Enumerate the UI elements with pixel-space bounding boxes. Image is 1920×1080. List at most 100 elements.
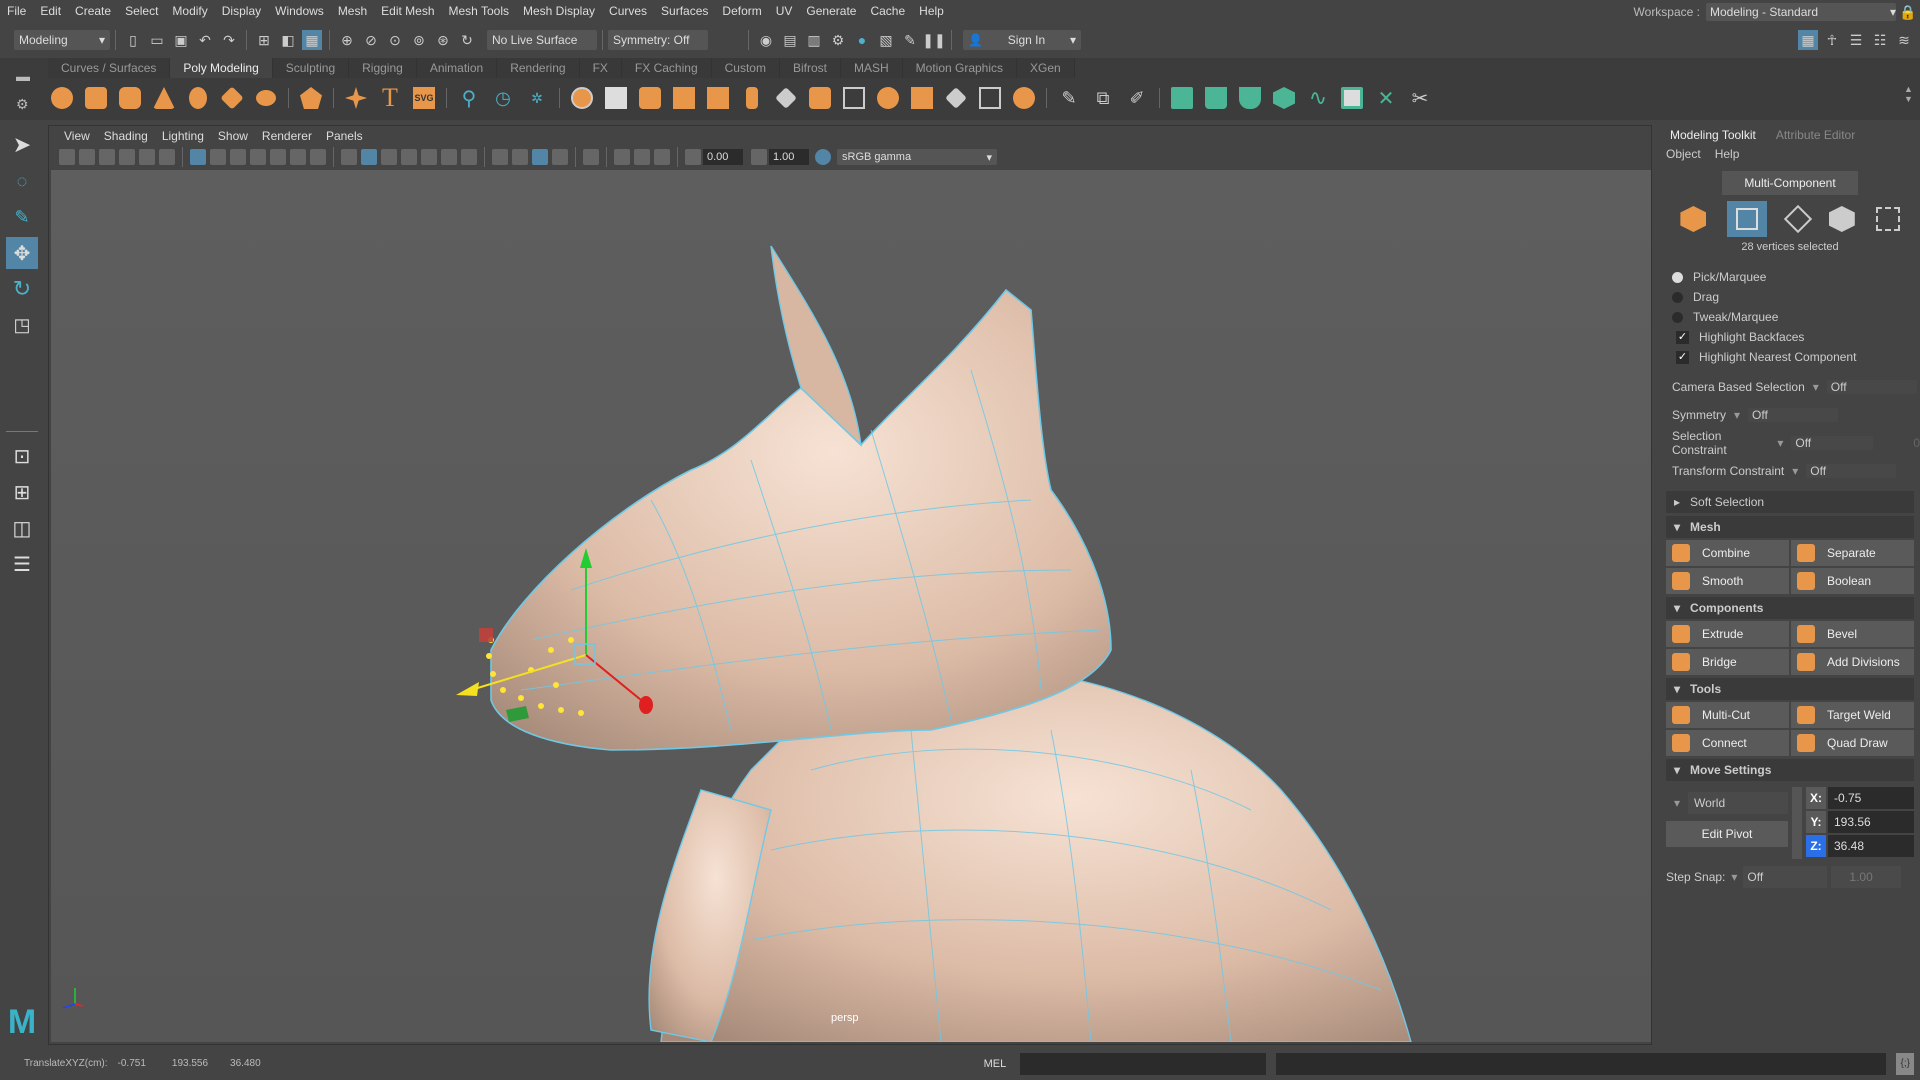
bridge-icon[interactable] <box>772 84 800 112</box>
outliner-layout[interactable]: ☰ <box>6 548 38 580</box>
extract-icon[interactable] <box>636 84 664 112</box>
gamma-icon[interactable] <box>751 149 767 165</box>
checkbox[interactable]: ✓ <box>1676 330 1689 344</box>
quad-draw-button[interactable]: Quad Draw <box>1791 730 1914 756</box>
single-perspective-layout[interactable]: ⊡ <box>6 440 38 472</box>
color-space-dropdown[interactable]: sRGB gamma ▾ <box>837 149 997 165</box>
shelf-tab-animation[interactable]: Animation <box>416 58 498 78</box>
hypershade-icon[interactable]: ● <box>852 30 872 50</box>
rotate-tool[interactable]: ↻ <box>6 273 38 305</box>
constraint-option[interactable]: Symmetry ▾ Off <box>1660 401 1920 429</box>
z-axis-button[interactable]: Z: <box>1806 835 1826 857</box>
menu-windows[interactable]: Windows <box>268 4 331 18</box>
mesh-section-header[interactable]: ▾ Mesh <box>1666 516 1914 538</box>
lock-icon[interactable]: 🔒 <box>1898 2 1918 22</box>
image-plane-icon[interactable] <box>119 149 135 165</box>
command-input[interactable] <box>1020 1052 1267 1075</box>
quad-draw-tool-icon[interactable]: ✐ <box>1123 84 1151 112</box>
shelf-tab-fx-caching[interactable]: FX Caching <box>621 58 712 78</box>
uv-cylindrical-icon[interactable] <box>1202 84 1230 112</box>
option-value-dropdown[interactable]: Off <box>1748 408 1839 422</box>
poly-cone-icon[interactable] <box>150 84 178 112</box>
gamma-field[interactable]: 1.00 <box>769 149 809 165</box>
menu-select[interactable]: Select <box>118 4 165 18</box>
shelf-tab-rigging[interactable]: Rigging <box>349 58 417 78</box>
vertex-mode-icon[interactable] <box>1727 201 1768 237</box>
smooth-shade-icon[interactable] <box>361 149 377 165</box>
coordinate-icon[interactable]: ✲ <box>523 84 551 112</box>
light-editor-icon[interactable]: ✎ <box>900 30 920 50</box>
uv-contour-icon[interactable]: ∿ <box>1304 84 1332 112</box>
menuset-dropdown[interactable]: Modeling ▾ <box>14 30 110 50</box>
shelf-tab-custom[interactable]: Custom <box>711 58 780 78</box>
tab-modeling-toolkit[interactable]: Modeling Toolkit <box>1660 125 1766 145</box>
poly-cylinder-icon[interactable] <box>116 84 144 112</box>
menu-create[interactable]: Create <box>68 4 118 18</box>
highlight-option[interactable]: ✓ Highlight Backfaces <box>1660 327 1920 347</box>
select-component-icon[interactable]: ▦ <box>302 30 322 50</box>
paint-select-tool[interactable]: ✎ <box>6 201 38 233</box>
pause-icon[interactable]: ❚❚ <box>922 30 945 50</box>
target-weld-tool-icon[interactable]: ⧉ <box>1089 84 1117 112</box>
smooth-icon[interactable] <box>670 84 698 112</box>
constraint-option[interactable]: Camera Based Selection ▾ Off <box>1660 373 1920 401</box>
uv-mode-icon[interactable] <box>1875 207 1900 231</box>
tool-settings-icon[interactable]: ☷ <box>1870 30 1890 50</box>
shelf-tab-motion-graphics[interactable]: Motion Graphics <box>902 58 1018 78</box>
xray-icon[interactable] <box>614 149 630 165</box>
option-value-dropdown[interactable]: Off <box>1791 436 1874 450</box>
2d-pan-zoom-icon[interactable] <box>139 149 155 165</box>
radio-button[interactable] <box>1672 311 1683 323</box>
move-settings-header[interactable]: ▾ Move Settings <box>1666 759 1914 781</box>
shelf-tab-sculpting[interactable]: Sculpting <box>272 58 350 78</box>
add-divisions-button[interactable]: Add Divisions <box>1791 649 1914 675</box>
redo-icon[interactable]: ↷ <box>219 30 239 50</box>
default-material-icon[interactable] <box>381 149 397 165</box>
radio-button[interactable] <box>1672 271 1683 283</box>
exposure-field[interactable]: 0.00 <box>703 149 743 165</box>
constraint-option[interactable]: Selection Constraint ▾ Off 0 <box>1660 429 1920 457</box>
render-view-icon[interactable]: ◉ <box>756 30 776 50</box>
undo-icon[interactable]: ↶ <box>195 30 215 50</box>
time-icon[interactable]: ◷ <box>489 84 517 112</box>
mel-label[interactable]: MEL <box>984 1058 1007 1070</box>
menu-modify[interactable]: Modify <box>165 4 214 18</box>
poly-cube-icon[interactable] <box>82 84 110 112</box>
mash-network-icon[interactable]: ⚲ <box>455 84 483 112</box>
panel-menu-show[interactable]: Show <box>211 129 255 143</box>
textured-icon[interactable] <box>421 149 437 165</box>
constraint-option[interactable]: Transform Constraint ▾ Off <box>1660 457 1920 485</box>
smooth-button[interactable]: Smooth <box>1666 568 1789 594</box>
option-value-dropdown[interactable]: Off <box>1826 380 1917 394</box>
menu-cache[interactable]: Cache <box>863 4 912 18</box>
menu-mesh-display[interactable]: Mesh Display <box>516 4 602 18</box>
safe-title-icon[interactable] <box>310 149 326 165</box>
menu-generate[interactable]: Generate <box>799 4 863 18</box>
uv-planar-icon[interactable] <box>1168 84 1196 112</box>
poly-disc-icon[interactable] <box>252 84 280 112</box>
face-mode-icon[interactable] <box>1828 206 1855 232</box>
select-tool[interactable]: ➤ <box>6 129 38 161</box>
shadows-icon[interactable] <box>461 149 477 165</box>
menu-uv[interactable]: UV <box>769 4 800 18</box>
panel-menu-panels[interactable]: Panels <box>319 129 370 143</box>
menu-edit[interactable]: Edit <box>33 4 68 18</box>
grid-icon[interactable] <box>190 149 206 165</box>
separate-button[interactable]: Separate <box>1791 540 1914 566</box>
lasso-tool[interactable]: ◌ <box>6 165 38 197</box>
y-value-field[interactable]: 193.56 <box>1828 811 1914 833</box>
quad-draw-icon[interactable] <box>1010 84 1038 112</box>
select-camera-icon[interactable] <box>59 149 75 165</box>
menu-display[interactable]: Display <box>215 4 268 18</box>
step-snap-dropdown[interactable]: Off <box>1743 866 1828 888</box>
anti-aliasing-icon[interactable] <box>532 149 548 165</box>
safe-action-icon[interactable] <box>290 149 306 165</box>
boolean-button[interactable]: Boolean <box>1791 568 1914 594</box>
pick-mode-option[interactable]: Tweak/Marquee <box>1660 307 1920 327</box>
menu-deform[interactable]: Deform <box>715 4 768 18</box>
tab-attribute-editor[interactable]: Attribute Editor <box>1766 125 1865 145</box>
shelf-scroll[interactable]: ▲ ▼ <box>1904 84 1913 104</box>
uv-spherical-icon[interactable] <box>1236 84 1264 112</box>
ambient-occlusion-icon[interactable] <box>492 149 508 165</box>
shelf-tab-curves-surfaces[interactable]: Curves / Surfaces <box>48 58 171 78</box>
